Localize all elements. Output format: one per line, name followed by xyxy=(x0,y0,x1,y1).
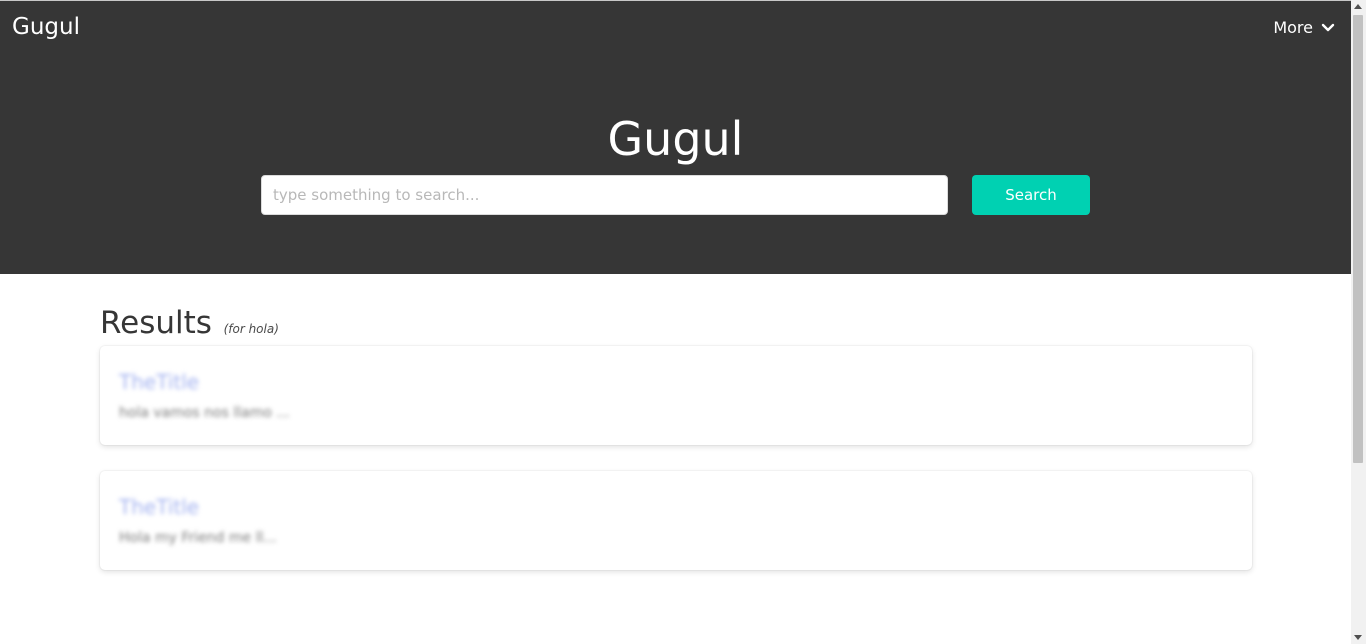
result-snippet: Hola my Friend me ll... xyxy=(119,530,277,546)
scroll-up-arrow-icon[interactable] xyxy=(1354,4,1362,9)
result-card: TheTitle Hola my Friend me ll... xyxy=(100,471,1252,570)
more-dropdown[interactable]: More xyxy=(1273,18,1335,38)
more-label: More xyxy=(1273,18,1313,37)
results-query-note: (for hola) xyxy=(224,322,279,336)
results-title: Results xyxy=(100,305,212,341)
brand-logo[interactable]: Gugul xyxy=(12,13,80,41)
result-title-link[interactable]: TheTitle xyxy=(119,369,199,395)
results-query: hola xyxy=(248,322,275,336)
page-title: Gugul xyxy=(607,112,744,166)
scrollbar-thumb[interactable] xyxy=(1353,15,1363,463)
chevron-down-icon xyxy=(1321,23,1335,33)
page: Gugul More Gugul Search Results (for hol… xyxy=(0,0,1351,644)
result-card: TheTitle hola vamos nos llamo ... xyxy=(100,346,1252,445)
search-button[interactable]: Search xyxy=(972,175,1090,215)
search-input[interactable] xyxy=(261,175,948,215)
scroll-down-arrow-icon[interactable] xyxy=(1354,635,1362,640)
results-for-prefix: (for xyxy=(223,322,249,336)
results-heading: Results (for hola) xyxy=(100,303,279,343)
result-title-link[interactable]: TheTitle xyxy=(119,494,199,520)
hero-header: Gugul More Gugul Search xyxy=(0,0,1351,274)
results-for-suffix: ) xyxy=(274,322,279,336)
result-snippet: hola vamos nos llamo ... xyxy=(119,405,290,421)
vertical-scrollbar[interactable] xyxy=(1351,0,1366,644)
